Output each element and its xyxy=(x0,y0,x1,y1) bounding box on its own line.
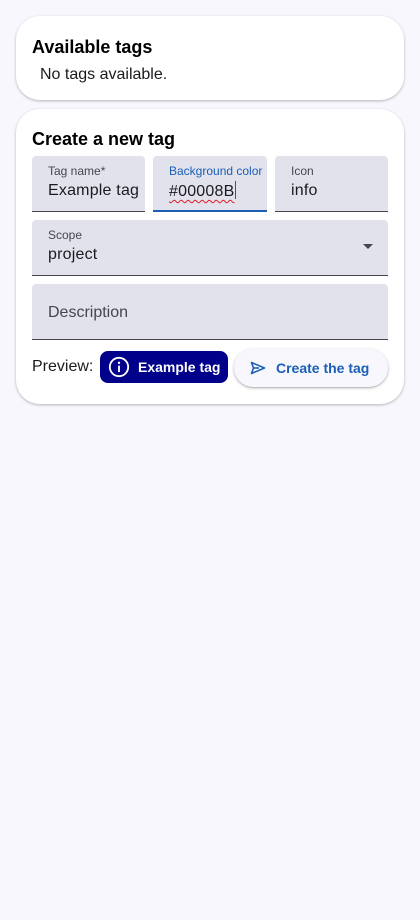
tag-name-field[interactable]: Tag name* Example tag xyxy=(32,156,145,212)
background-color-value-wrap: #00008B xyxy=(169,181,237,202)
scope-value: project xyxy=(48,246,98,263)
available-tags-card: Available tags No tags available. xyxy=(16,16,404,100)
scope-select[interactable]: Scope project xyxy=(32,220,388,276)
create-tag-button-label: Create the tag xyxy=(276,360,370,376)
no-tags-message: No tags available. xyxy=(40,66,168,83)
create-tag-button[interactable]: Create the tag xyxy=(234,349,388,387)
preview-label: Preview: xyxy=(32,358,94,375)
dropdown-arrow-icon xyxy=(363,244,373,249)
background-color-value: #00008B xyxy=(169,183,235,200)
available-tags-title: Available tags xyxy=(32,37,153,57)
icon-field-label: Icon xyxy=(291,164,314,178)
background-color-field[interactable]: Background color #00008B xyxy=(153,156,267,212)
preview-tag-text: Example tag xyxy=(138,359,221,375)
text-cursor xyxy=(235,181,237,199)
icon-field[interactable]: Icon info xyxy=(275,156,388,212)
send-icon xyxy=(250,361,266,375)
scope-label: Scope xyxy=(48,228,83,242)
description-field[interactable]: Description xyxy=(32,284,388,340)
create-tag-card: Create a new tag Tag name* Example tag B… xyxy=(16,109,404,404)
tag-name-label: Tag name* xyxy=(48,164,106,178)
info-icon xyxy=(108,356,130,378)
icon-field-value: info xyxy=(291,182,318,199)
preview-tag-chip: Example tag xyxy=(100,351,229,383)
tag-name-value: Example tag xyxy=(48,182,140,199)
description-placeholder: Description xyxy=(48,304,129,321)
background-color-label: Background color xyxy=(169,164,263,178)
create-tag-title: Create a new tag xyxy=(32,129,176,149)
